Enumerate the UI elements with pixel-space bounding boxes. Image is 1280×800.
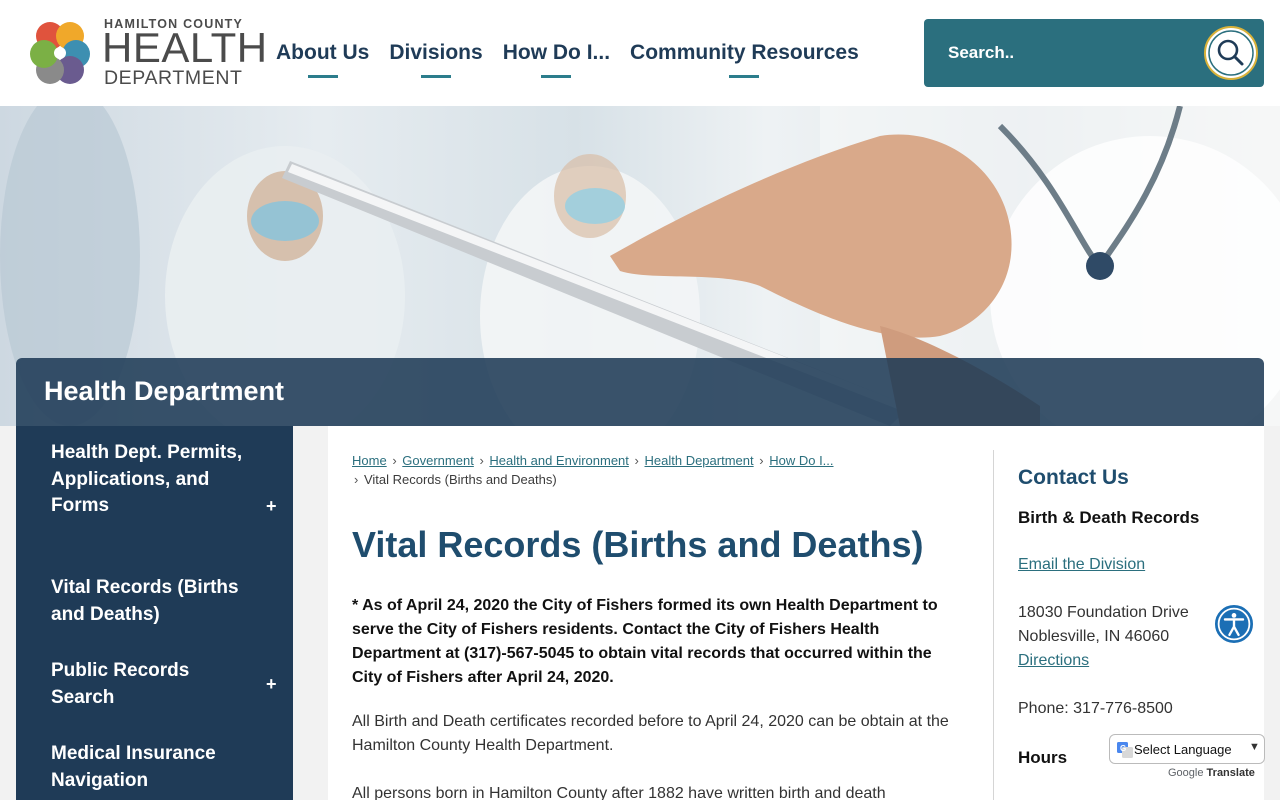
nav-underline xyxy=(307,75,338,78)
address-line1: 18030 Foundation Drive xyxy=(1018,604,1189,621)
language-select-label: Select Language xyxy=(1134,742,1232,757)
translate-wordmark: Translate xyxy=(1206,767,1255,779)
sidebar-item-medical-insurance[interactable]: Medical Insurance Navigation xyxy=(16,741,293,797)
nav-underline xyxy=(541,75,572,78)
sidebar-nav: Health Dept. Permits, Applications, and … xyxy=(16,426,293,800)
svg-text:G: G xyxy=(1120,744,1126,753)
google-wordmark: Google xyxy=(1168,767,1204,779)
breadcrumb-health-department[interactable]: Health Department xyxy=(645,453,754,468)
directions-link[interactable]: Directions xyxy=(1018,652,1089,670)
logo-department: DEPARTMENT xyxy=(104,67,243,89)
sidebar-item-label: Public Records Search xyxy=(51,660,190,708)
hero-image: Health Department xyxy=(0,106,1280,426)
search-icon[interactable] xyxy=(1203,25,1259,81)
sidebar-item-label: Vital Records (Births and Deaths) xyxy=(51,577,239,625)
body-paragraph: All persons born in Hamilton County afte… xyxy=(352,785,886,800)
breadcrumb: Home › Government › Health and Environme… xyxy=(352,451,972,489)
column-divider xyxy=(993,450,994,800)
nav-divisions[interactable]: Divisions xyxy=(379,0,492,106)
logo-petals-icon xyxy=(30,22,90,84)
expand-icon[interactable]: + xyxy=(266,671,277,698)
breadcrumb-separator: › xyxy=(354,472,359,487)
hours-heading: Hours xyxy=(1018,748,1068,767)
sidebar-item-vital-records[interactable]: Vital Records (Births and Deaths) xyxy=(16,575,293,631)
address-line2: Noblesville, IN 46060 xyxy=(1018,628,1170,645)
nav-label: About Us xyxy=(276,41,370,64)
sidebar-item-public-records[interactable]: Public Records Search + xyxy=(16,658,293,714)
breadcrumb-home[interactable]: Home xyxy=(352,453,387,468)
main-nav: About Us Divisions How Do I... Community… xyxy=(266,0,869,106)
fishers-notice: * As of April 24, 2020 the City of Fishe… xyxy=(352,597,938,686)
nav-underline xyxy=(421,75,452,78)
accessibility-icon[interactable] xyxy=(1213,603,1255,645)
nav-label: Divisions xyxy=(389,41,483,64)
sidebar-item-label: Health Dept. Permits, Applications, and … xyxy=(51,442,243,516)
email-division-link[interactable]: Email the Division xyxy=(1018,556,1145,574)
nav-label: How Do I... xyxy=(502,41,611,64)
breadcrumb-separator: › xyxy=(479,453,484,468)
nav-about-us[interactable]: About Us xyxy=(266,0,379,106)
breadcrumb-government[interactable]: Government xyxy=(402,453,474,468)
language-select[interactable]: G Select Language ▼ xyxy=(1109,734,1265,764)
nav-community-resources[interactable]: Community Resources xyxy=(620,0,869,106)
breadcrumb-how-do-i[interactable]: How Do I... xyxy=(769,453,833,468)
search-input[interactable] xyxy=(938,33,1198,73)
breadcrumb-separator: › xyxy=(634,453,639,468)
breadcrumb-current: Vital Records (Births and Deaths) xyxy=(363,472,557,487)
body-paragraph: All Birth and Death certificates recorde… xyxy=(352,713,949,754)
hero-title: Health Department xyxy=(44,376,285,406)
logo-health: HEALTH xyxy=(102,24,268,71)
powered-by-google[interactable]: Google Translate xyxy=(1168,767,1255,779)
breadcrumb-health-environment[interactable]: Health and Environment xyxy=(489,453,628,468)
sidebar-item-label: Medical Insurance Navigation xyxy=(51,743,216,791)
sidebar-item-permits[interactable]: Health Dept. Permits, Applications, and … xyxy=(16,440,293,550)
contact-subheading: Birth & Death Records xyxy=(1018,508,1200,527)
google-translate-icon: G xyxy=(1117,742,1133,758)
nav-underline xyxy=(729,75,760,78)
chevron-down-icon: ▼ xyxy=(1249,741,1260,753)
site-header: HAMILTON COUNTY HEALTH DEPARTMENT About … xyxy=(0,0,1280,106)
nav-how-do-i[interactable]: How Do I... xyxy=(493,0,620,106)
contact-heading: Contact Us xyxy=(1018,466,1129,489)
site-logo[interactable]: HAMILTON COUNTY HEALTH DEPARTMENT xyxy=(24,16,267,90)
page-title: Vital Records (Births and Deaths) xyxy=(352,524,924,565)
nav-label: Community Resources xyxy=(630,41,859,64)
breadcrumb-separator: › xyxy=(759,453,764,468)
contact-phone: Phone: 317-776-8500 xyxy=(1018,700,1173,717)
expand-icon[interactable]: + xyxy=(266,493,277,520)
hero-banner: Health Department xyxy=(16,358,1264,426)
breadcrumb-separator: › xyxy=(392,453,397,468)
